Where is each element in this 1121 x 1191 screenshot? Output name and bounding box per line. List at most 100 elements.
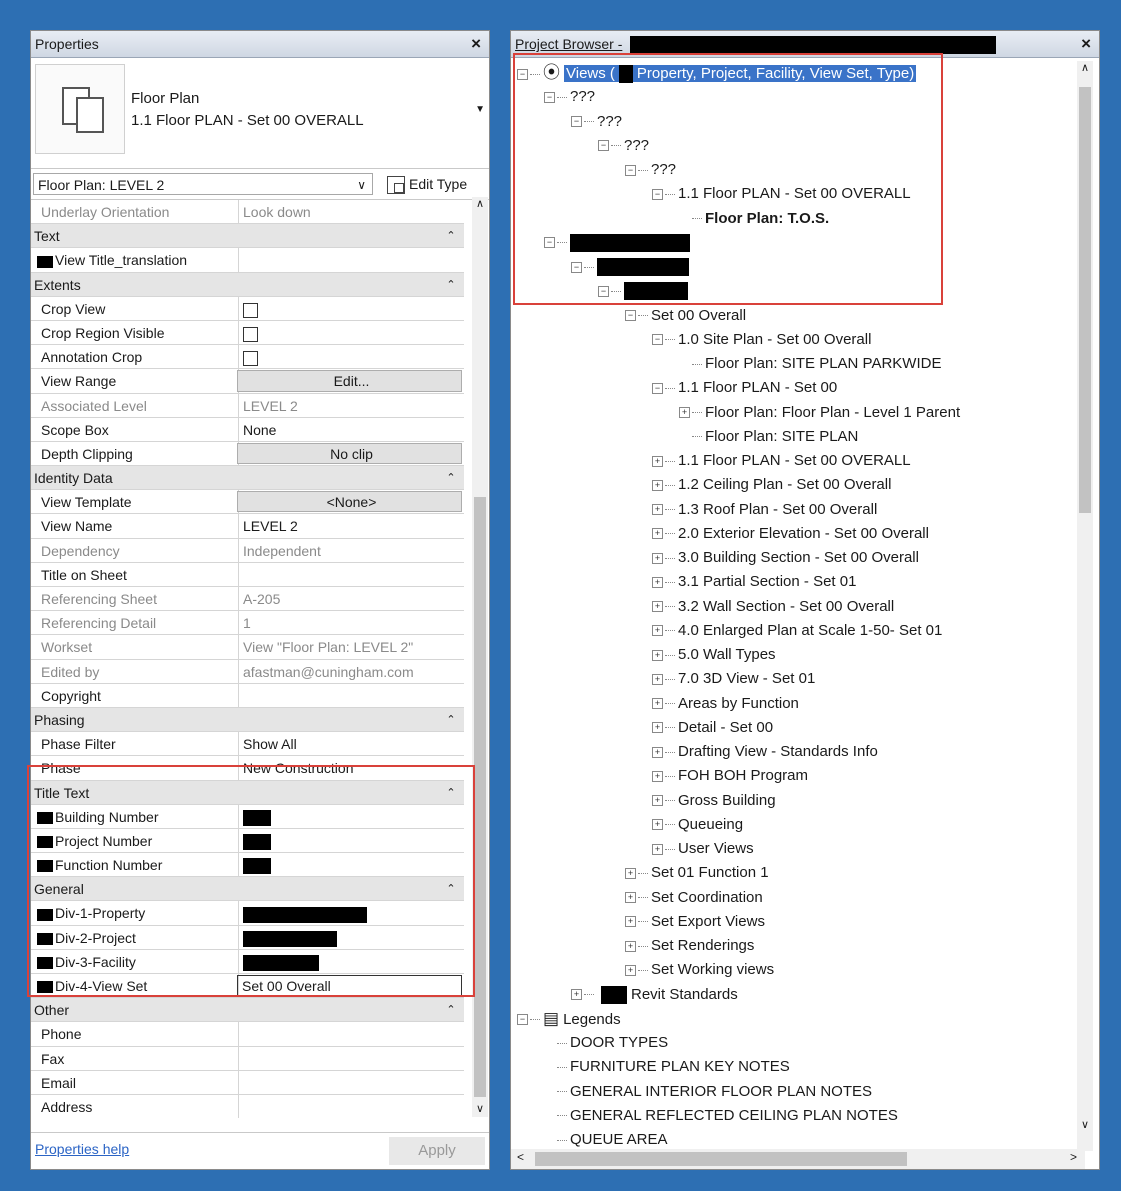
property-group-header[interactable]: Phasing ⌃ xyxy=(31,707,464,733)
property-row[interactable]: View Name LEVEL 2 xyxy=(31,514,464,539)
property-row[interactable]: Crop Region Visible xyxy=(31,320,464,346)
browser-vscrollbar[interactable]: ∧ ∨ xyxy=(1077,61,1093,1151)
tree-leaf[interactable]: DOOR TYPES xyxy=(544,1032,668,1054)
type-selector[interactable]: Floor Plan 1.1 Floor PLAN - Set 00 OVERA… xyxy=(31,58,489,169)
property-value[interactable]: None xyxy=(239,418,464,441)
property-value[interactable]: afastman@cuningham.com xyxy=(239,660,464,683)
scroll-up-icon[interactable]: ∧ xyxy=(1077,61,1093,74)
expand-icon[interactable]: + xyxy=(652,746,663,758)
checkbox[interactable] xyxy=(243,302,258,318)
property-row[interactable]: Edited by afastman@cuningham.com xyxy=(31,659,464,684)
properties-help-link[interactable]: Properties help xyxy=(35,1141,129,1157)
property-row[interactable]: View Range Edit... xyxy=(31,369,464,394)
property-row[interactable]: Title on Sheet xyxy=(31,562,464,587)
property-row[interactable]: View Title_translation xyxy=(31,248,464,273)
expand-icon[interactable]: + xyxy=(652,479,663,491)
expand-icon[interactable]: + xyxy=(652,698,663,710)
property-row[interactable]: Dependency Independent xyxy=(31,538,464,563)
property-row[interactable]: View Template <None> xyxy=(31,490,464,515)
tree-node[interactable]: +1.2 Ceiling Plan - Set 00 Overall xyxy=(652,474,891,496)
property-row[interactable]: Email xyxy=(31,1070,464,1095)
scroll-down-icon[interactable]: ∨ xyxy=(472,1102,488,1115)
collapse-icon[interactable]: − xyxy=(517,1014,528,1026)
property-value[interactable]: <None> xyxy=(237,491,462,513)
expand-icon[interactable]: + xyxy=(571,989,582,1001)
tree-node[interactable]: +3.2 Wall Section - Set 00 Overall xyxy=(652,596,894,618)
property-row[interactable]: Copyright xyxy=(31,683,464,708)
property-row[interactable]: Fax xyxy=(31,1046,464,1071)
property-value[interactable] xyxy=(239,1047,464,1070)
property-value[interactable] xyxy=(239,321,464,344)
expand-icon[interactable]: + xyxy=(652,795,663,807)
property-row[interactable]: Associated Level LEVEL 2 xyxy=(31,393,464,418)
hscroll-thumb[interactable] xyxy=(535,1152,907,1166)
property-value[interactable]: LEVEL 2 xyxy=(239,394,464,417)
tree-node[interactable]: + Queueing xyxy=(652,814,743,836)
collapse-icon[interactable]: ⌃ xyxy=(438,998,464,1021)
tree-node[interactable]: + Set Renderings xyxy=(625,935,754,957)
close-icon[interactable]: × xyxy=(1081,31,1091,57)
expand-icon[interactable]: + xyxy=(625,940,636,952)
tree-node[interactable]: + Gross Building xyxy=(652,790,776,812)
collapse-icon[interactable]: − xyxy=(625,310,636,322)
expand-icon[interactable]: + xyxy=(625,867,636,879)
tree-node[interactable]: + User Views xyxy=(652,838,754,860)
tree-node[interactable]: +2.0 Exterior Elevation - Set 00 Overall xyxy=(652,523,929,545)
instance-dropdown[interactable]: Floor Plan: LEVEL 2 ∨ xyxy=(33,173,373,195)
tree-node[interactable]: + Set Coordination xyxy=(625,887,763,909)
property-value[interactable]: View "Floor Plan: LEVEL 2" xyxy=(239,635,464,658)
tree-leaf[interactable]: FURNITURE PLAN KEY NOTES xyxy=(544,1056,790,1078)
expand-icon[interactable]: + xyxy=(652,601,663,613)
expand-icon[interactable]: + xyxy=(652,455,663,467)
dropdown-arrow-icon[interactable]: ▼ xyxy=(475,104,485,115)
browser-hscrollbar[interactable]: < > xyxy=(511,1149,1085,1169)
property-row[interactable]: Underlay Orientation Look down xyxy=(31,200,464,225)
tree-node[interactable]: + Set Export Views xyxy=(625,911,765,933)
apply-button[interactable]: Apply xyxy=(389,1137,485,1165)
expand-icon[interactable]: + xyxy=(652,649,663,661)
property-value[interactable] xyxy=(239,1071,464,1094)
expand-icon[interactable]: + xyxy=(652,625,663,637)
scroll-down-icon[interactable]: ∨ xyxy=(1077,1118,1093,1131)
property-group-header[interactable]: Other ⌃ xyxy=(31,998,464,1023)
property-value[interactable] xyxy=(239,248,464,271)
collapse-icon[interactable]: − xyxy=(652,382,663,394)
property-value[interactable]: Look down xyxy=(239,200,464,223)
expand-icon[interactable]: + xyxy=(625,892,636,904)
tree-node[interactable]: − ▤ Legends xyxy=(517,1008,621,1030)
collapse-icon[interactable]: ⌃ xyxy=(438,466,464,489)
tree-node[interactable]: +7.0 3D View - Set 01 xyxy=(652,668,815,690)
checkbox[interactable] xyxy=(243,326,258,342)
tree-node[interactable]: +3.1 Partial Section - Set 01 xyxy=(652,571,856,593)
tree-node[interactable]: +3.0 Building Section - Set 00 Overall xyxy=(652,547,919,569)
scroll-right-icon[interactable]: > xyxy=(1070,1150,1077,1164)
tree-node[interactable]: − 1.1 Floor PLAN - Set 00 xyxy=(652,377,837,399)
scroll-thumb[interactable] xyxy=(1079,87,1091,513)
collapse-icon[interactable]: ⌃ xyxy=(438,224,464,247)
tree-node[interactable]: + Floor Plan: Floor Plan - Level 1 Parent xyxy=(679,402,960,424)
property-value[interactable]: A-205 xyxy=(239,587,464,610)
tree-node[interactable]: − 1.0 Site Plan - Set 00 Overall xyxy=(652,329,871,351)
expand-icon[interactable]: + xyxy=(652,528,663,540)
tree-node[interactable]: + Detail - Set 00 xyxy=(652,717,773,739)
tree-node[interactable]: +4.0 Enlarged Plan at Scale 1-50- Set 01 xyxy=(652,620,942,642)
collapse-icon[interactable]: ⌃ xyxy=(438,708,464,731)
property-value[interactable] xyxy=(239,563,464,586)
tree-leaf[interactable]: Floor Plan: SITE PLAN xyxy=(679,426,858,448)
property-value[interactable] xyxy=(239,345,464,368)
expand-icon[interactable]: + xyxy=(652,770,663,782)
property-row[interactable]: Crop View xyxy=(31,296,464,321)
expand-icon[interactable]: + xyxy=(679,407,690,419)
expand-icon[interactable]: + xyxy=(652,552,663,564)
property-value[interactable]: Show All xyxy=(239,732,464,755)
expand-icon[interactable]: + xyxy=(652,722,663,734)
property-row[interactable]: Workset View "Floor Plan: LEVEL 2" xyxy=(31,635,464,660)
property-row[interactable]: Referencing Detail 1 xyxy=(31,611,464,636)
property-value[interactable] xyxy=(239,1022,464,1045)
property-row[interactable]: Phone xyxy=(31,1022,464,1047)
tree-node[interactable]: − Set 00 Overall xyxy=(625,305,746,327)
property-value[interactable] xyxy=(239,684,464,707)
expand-icon[interactable]: + xyxy=(652,819,663,831)
property-group-header[interactable]: Identity Data ⌃ xyxy=(31,466,464,491)
scroll-up-icon[interactable]: ∧ xyxy=(472,197,488,210)
